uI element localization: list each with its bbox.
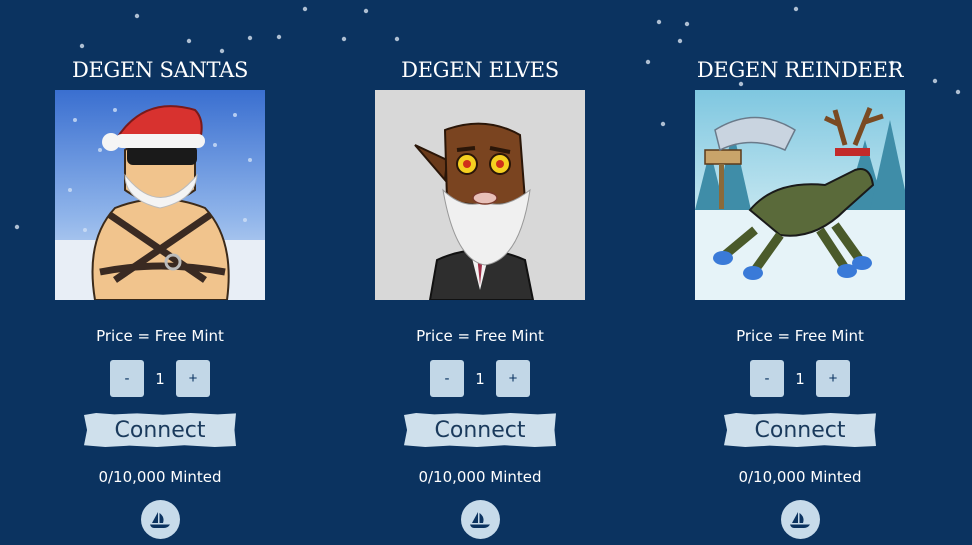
santas-collection-card: DEGEN SANTAS Price = Free Mint - 1 + Con… <box>0 0 320 545</box>
decrement-button[interactable]: - <box>750 360 784 397</box>
opensea-ship-icon <box>790 511 810 528</box>
decrement-button[interactable]: - <box>430 360 464 397</box>
opensea-ship-icon <box>150 511 170 528</box>
quantity-stepper: - 1 + <box>430 360 530 397</box>
connect-button[interactable]: Connect <box>724 413 876 447</box>
collection-title: DEGEN REINDEER <box>696 58 904 82</box>
price-label: Price = Free Mint <box>416 327 544 345</box>
minted-count: 0/10,000 Minted <box>98 468 222 486</box>
opensea-link[interactable] <box>780 500 820 539</box>
increment-button[interactable]: + <box>816 360 850 397</box>
minted-count: 0/10,000 Minted <box>418 468 542 486</box>
minted-count: 0/10,000 Minted <box>738 468 862 486</box>
opensea-ship-icon <box>470 511 490 528</box>
price-label: Price = Free Mint <box>96 327 224 345</box>
increment-button[interactable]: + <box>176 360 210 397</box>
quantity-stepper: - 1 + <box>110 360 210 397</box>
quantity-value: 1 <box>155 369 165 388</box>
collection-title: DEGEN SANTAS <box>71 58 249 82</box>
opensea-link[interactable] <box>460 500 500 539</box>
degen-santa-artwork <box>55 90 265 300</box>
quantity-value: 1 <box>795 369 805 388</box>
elves-collection-card: DEGEN ELVES Price = Free Mint - 1 + Conn… <box>320 0 640 545</box>
degen-reindeer-artwork <box>695 90 905 300</box>
quantity-value: 1 <box>475 369 485 388</box>
quantity-stepper: - 1 + <box>750 360 850 397</box>
collection-title: DEGEN ELVES <box>401 58 559 82</box>
opensea-link[interactable] <box>140 500 180 539</box>
reindeer-collection-card: DEGEN REINDEER Price = Free Mint - 1 + C… <box>640 0 960 545</box>
increment-button[interactable]: + <box>496 360 530 397</box>
degen-elf-artwork <box>375 90 585 300</box>
connect-button[interactable]: Connect <box>404 413 556 447</box>
price-label: Price = Free Mint <box>736 327 864 345</box>
connect-button[interactable]: Connect <box>84 413 236 447</box>
decrement-button[interactable]: - <box>110 360 144 397</box>
